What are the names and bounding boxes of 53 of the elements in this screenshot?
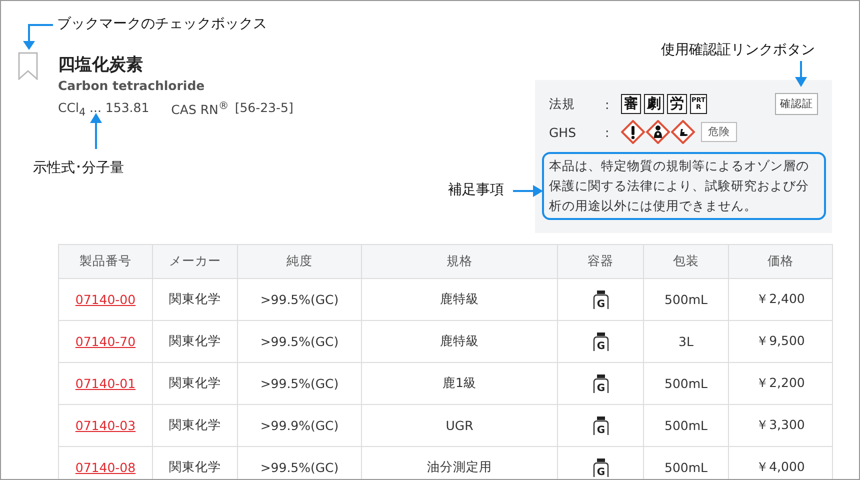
cas-number: [56-23-5]	[234, 100, 294, 117]
formula-weight: CCl$_{4}$ ... 153.81	[58, 100, 150, 118]
bookmark-checkbox[interactable]	[18, 52, 38, 80]
exclamation-hazard-icon	[621, 120, 645, 144]
table-cell: 500mL	[644, 362, 728, 404]
regulation-badge: 劇	[644, 94, 664, 114]
annotation-label: 補足事項	[448, 181, 504, 199]
table-cell: 関東化学	[152, 362, 238, 404]
column-header: 価格	[728, 244, 832, 278]
table-cell: >99.9%(GC)	[238, 404, 362, 446]
table-cell: UGR	[362, 404, 558, 446]
product-english-name: Carbon tetrachloride	[58, 77, 206, 95]
callout-arrow	[513, 185, 543, 197]
note-box: 本品は、特定物質の規制等によるオゾン層の保護に関する法律により、試験研究および分析の用途以外には使用できません。	[542, 152, 826, 220]
annotation-label: ブックマークのチェックボックス	[57, 15, 267, 33]
table-cell: 鹿特級	[362, 278, 558, 320]
callout-arrow	[90, 113, 102, 149]
colon: :	[605, 96, 610, 112]
column-header: 製品番号	[58, 244, 152, 278]
table-cell: 鹿1級	[362, 362, 558, 404]
table-cell: ￥2,400	[728, 278, 832, 320]
product-name: 四塩化炭素	[58, 54, 144, 77]
column-header: 容器	[558, 244, 644, 278]
colon: :	[605, 124, 610, 140]
table-cell: 関東化学	[152, 278, 238, 320]
table-cell: >99.5%(GC)	[238, 362, 362, 404]
column-header: 規格	[362, 244, 558, 278]
environment-hazard-icon	[671, 120, 695, 144]
confirm-button[interactable]: 確認証	[775, 93, 818, 115]
signal-word: 危険	[701, 122, 737, 142]
regulation-badge: 労	[667, 94, 687, 114]
regulation-badge: 審	[621, 94, 641, 114]
table-cell: 鹿特級	[362, 320, 558, 362]
table-cell: 関東化学	[152, 404, 238, 446]
table-cell: 関東化学	[152, 320, 238, 362]
table-cell: ￥2,200	[728, 362, 832, 404]
column-header: メーカー	[152, 244, 238, 278]
column-header: 純度	[238, 244, 362, 278]
cas-label: CAS RN$^{®}$	[171, 100, 229, 118]
health-hazard-icon	[646, 120, 670, 144]
ghs-label: GHS	[549, 124, 578, 140]
annotation-label: 示性式･分子量	[33, 159, 124, 177]
annotation-label: 使用確認証リンクボタン	[661, 41, 815, 59]
table-cell: >99.5%(GC)	[238, 320, 362, 362]
column-header: 包装	[644, 244, 728, 278]
callout-arrow	[795, 61, 807, 87]
table-cell: ￥9,500	[728, 320, 832, 362]
regulation-label: 法規	[549, 96, 576, 112]
table-cell: 500mL	[644, 404, 728, 446]
table-cell: 500mL	[644, 278, 728, 320]
table-cell: 3L	[644, 320, 728, 362]
table-cell: ￥3,300	[728, 404, 832, 446]
table-cell: >99.5%(GC)	[238, 278, 362, 320]
